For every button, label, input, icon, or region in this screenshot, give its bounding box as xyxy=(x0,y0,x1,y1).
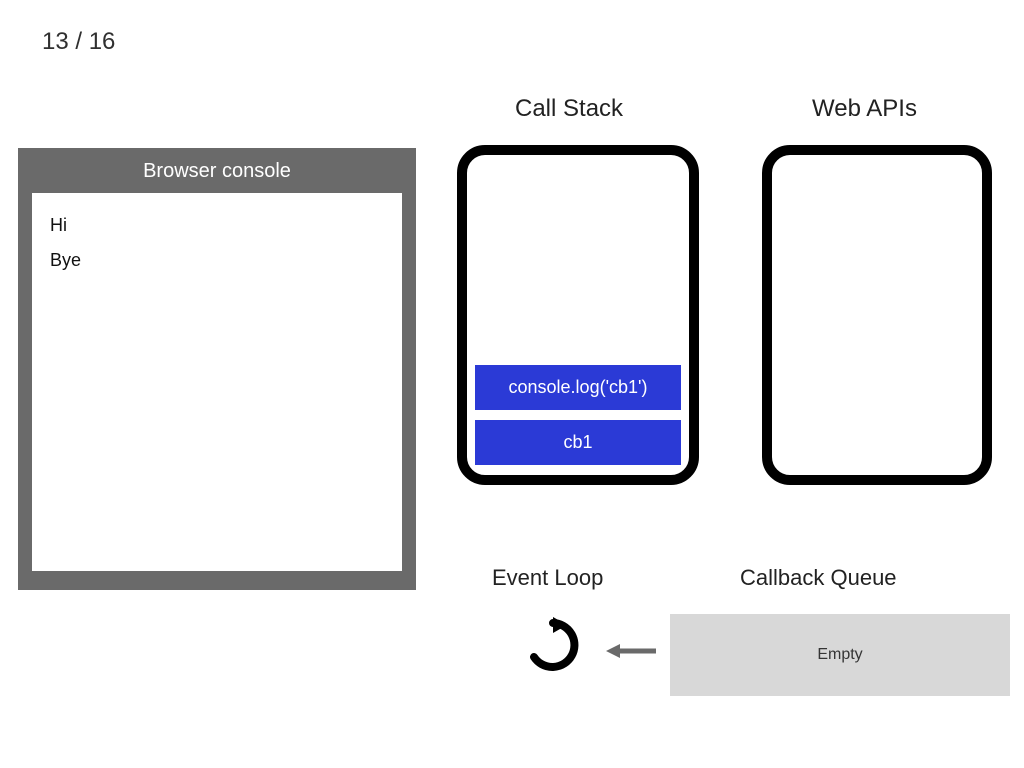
stack-frame: cb1 xyxy=(475,420,681,465)
callback-queue-box: Empty xyxy=(670,614,1010,696)
stack-frame: console.log('cb1') xyxy=(475,365,681,410)
event-loop-title: Event Loop xyxy=(492,565,603,591)
browser-console-panel: Browser console Hi Bye xyxy=(18,148,416,590)
event-loop-icon xyxy=(523,615,583,675)
web-apis-box xyxy=(762,145,992,485)
callback-queue-title: Callback Queue xyxy=(740,565,897,591)
browser-console-body: Hi Bye xyxy=(32,193,402,571)
call-stack-title: Call Stack xyxy=(515,95,623,123)
step-counter: 13 / 16 xyxy=(42,28,115,56)
arrow-left-icon xyxy=(606,642,656,660)
console-line: Bye xyxy=(50,250,384,271)
call-stack-box: console.log('cb1') cb1 xyxy=(457,145,699,485)
browser-console-title: Browser console xyxy=(18,148,416,193)
console-line: Hi xyxy=(50,215,384,236)
web-apis-title: Web APIs xyxy=(812,95,917,123)
callback-queue-empty-label: Empty xyxy=(817,646,862,664)
